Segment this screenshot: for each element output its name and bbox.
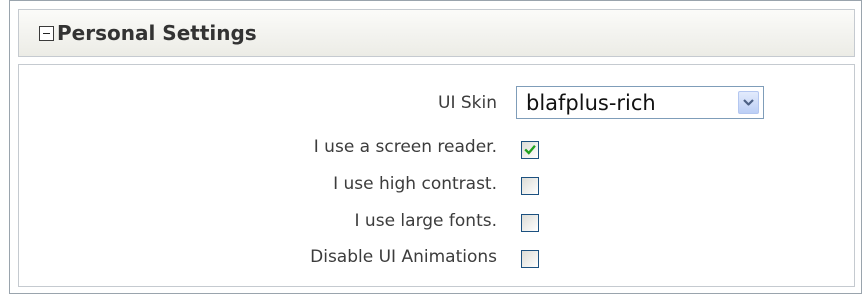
ui-skin-select-value: blafplus-rich [526, 91, 656, 115]
high-contrast-checkbox[interactable] [521, 177, 539, 195]
chevron-down-icon[interactable] [738, 91, 759, 114]
ui-skin-select[interactable]: blafplus-rich [516, 86, 764, 119]
high-contrast-label: I use high contrast. [333, 174, 497, 194]
screen-reader-checkbox[interactable] [521, 141, 539, 159]
ui-skin-label: UI Skin [438, 93, 497, 113]
disable-animations-label: Disable UI Animations [310, 247, 497, 267]
panel-body: UI Skin I use a screen reader. I use hig… [18, 64, 855, 287]
panel-header: Personal Settings [18, 9, 855, 57]
disable-animations-checkbox[interactable] [521, 250, 539, 268]
checkmark-icon [524, 144, 536, 155]
collapse-icon[interactable] [39, 26, 54, 41]
large-fonts-label: I use large fonts. [354, 211, 497, 231]
large-fonts-checkbox[interactable] [521, 214, 539, 232]
screen-reader-label: I use a screen reader. [313, 137, 497, 157]
label-column: UI Skin I use a screen reader. I use hig… [19, 65, 497, 286]
personal-settings-panel: Personal Settings UI Skin I use a screen… [9, 0, 862, 294]
panel-title: Personal Settings [57, 21, 257, 45]
